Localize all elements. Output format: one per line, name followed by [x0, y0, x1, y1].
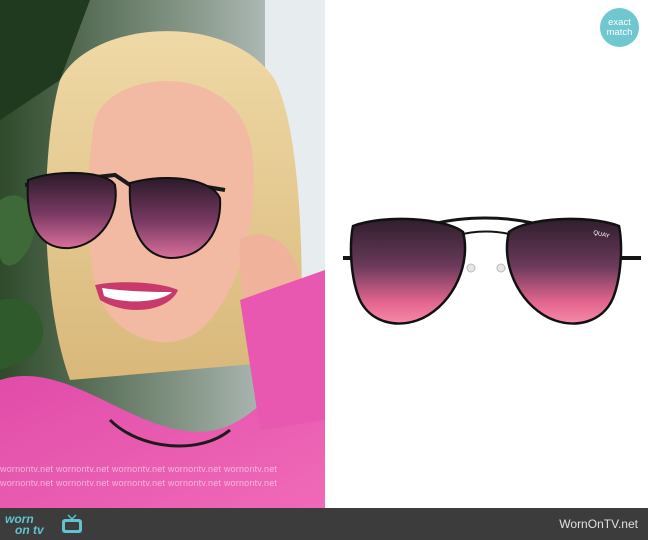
product-image-panel: QUAY: [325, 0, 648, 508]
tv-still-photo: wornontv.net wornontv.net wornontv.net w…: [0, 0, 325, 508]
page: wornontv.net wornontv.net wornontv.net w…: [0, 0, 648, 540]
footer-bar: [0, 508, 648, 540]
logo-word-on-tv: on tv: [15, 523, 44, 537]
tv-icon: [62, 514, 82, 533]
badge-line1: exact: [608, 16, 631, 28]
exact-match-badge: exact match: [600, 8, 639, 47]
watermark-row: wornontv.net wornontv.net wornontv.net w…: [0, 464, 278, 474]
badge-line2: match: [606, 26, 633, 38]
sunglasses-product-image: QUAY: [343, 216, 641, 325]
site-url: WornOnTV.net: [559, 517, 638, 531]
watermark-row: wornontv.net wornontv.net wornontv.net w…: [0, 478, 278, 488]
site-logo[interactable]: worn on tv: [5, 511, 85, 537]
